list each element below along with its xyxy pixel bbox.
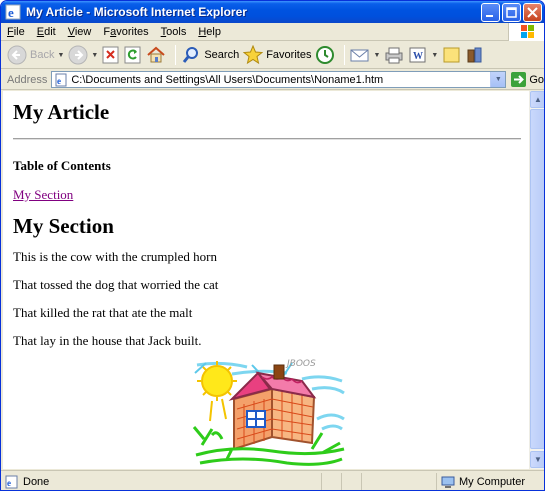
- status-bar: e Done My Computer: [1, 470, 544, 490]
- history-icon: [316, 46, 335, 64]
- word-document-icon: W: [409, 47, 426, 63]
- back-button[interactable]: Back ▼: [7, 44, 64, 67]
- toc-heading: Table of Contents: [13, 158, 111, 173]
- address-value[interactable]: C:\Documents and Settings\All Users\Docu…: [71, 74, 383, 86]
- menu-tools[interactable]: Tools: [155, 26, 193, 38]
- address-bar: Address e C:\Documents and Settings\All …: [1, 70, 544, 90]
- research-button[interactable]: [466, 44, 486, 67]
- section-heading: My Section: [13, 214, 114, 238]
- status-cell: [321, 472, 341, 490]
- standard-toolbar: Back ▼ ▼ Search Favorites ▼ W ▼: [1, 42, 544, 69]
- toc-link-my-section[interactable]: My Section: [13, 187, 73, 203]
- mail-dropdown-icon[interactable]: ▼: [373, 52, 380, 59]
- vertical-scrollbar[interactable]: ▲ ▼: [529, 91, 544, 469]
- status-done-label: Done: [23, 475, 50, 488]
- mail-button[interactable]: ▼: [350, 44, 380, 67]
- status-cell: [361, 472, 381, 490]
- print-button[interactable]: [384, 44, 404, 67]
- svg-text:e: e: [7, 478, 11, 488]
- close-button[interactable]: [523, 2, 542, 22]
- menu-help[interactable]: Help: [192, 26, 227, 38]
- forward-dropdown-icon[interactable]: ▼: [91, 52, 98, 59]
- status-cell: [341, 472, 361, 490]
- svg-text:JBOOS: JBOOS: [285, 359, 316, 369]
- discuss-button[interactable]: [442, 44, 462, 67]
- maximize-button[interactable]: [502, 2, 521, 22]
- mail-icon: [350, 49, 369, 62]
- research-icon: [467, 47, 482, 63]
- scroll-up-button[interactable]: ▲: [530, 91, 544, 108]
- address-label: Address: [7, 73, 48, 86]
- security-zone: My Computer: [436, 472, 544, 490]
- printer-icon: [385, 47, 403, 64]
- favorites-label: Favorites: [266, 49, 312, 61]
- verse-line: That tossed the dog that worried the cat: [13, 277, 219, 292]
- page-content: My Article Table of Contents My Section …: [3, 91, 529, 469]
- menu-bar: File Edit View Favorites Tools Help: [1, 23, 544, 41]
- forward-arrow-icon: [68, 45, 88, 65]
- menu-view[interactable]: View: [62, 26, 98, 38]
- article-heading: My Article: [13, 100, 110, 124]
- refresh-button[interactable]: [124, 44, 142, 67]
- search-button[interactable]: Search: [181, 44, 239, 67]
- verse-line: This is the cow with the crumpled horn: [13, 249, 217, 264]
- search-icon: [183, 47, 199, 63]
- menu-favorites[interactable]: Favorites: [97, 26, 154, 38]
- svg-text:e: e: [8, 5, 14, 20]
- ie-window: e My Article - Microsoft Internet Explor…: [0, 0, 545, 491]
- favorites-button[interactable]: Favorites: [243, 44, 311, 67]
- zone-label: My Computer: [459, 475, 526, 488]
- stop-button[interactable]: [102, 44, 120, 67]
- home-button[interactable]: [146, 44, 166, 67]
- toolbar-separator: [344, 45, 346, 65]
- refresh-icon: [124, 46, 141, 64]
- window-title: My Article - Microsoft Internet Explorer: [26, 5, 247, 19]
- go-button[interactable]: Go: [511, 72, 544, 87]
- stop-icon: [102, 46, 119, 64]
- verse-line: That lay in the house that Jack built.: [13, 333, 202, 348]
- horizontal-rule: [13, 138, 521, 140]
- scroll-thumb[interactable]: [530, 109, 544, 449]
- windows-logo-icon: [508, 23, 544, 41]
- menu-edit[interactable]: Edit: [31, 26, 62, 38]
- home-icon: [147, 46, 166, 63]
- forward-button[interactable]: ▼: [68, 44, 98, 67]
- page-done-icon: e: [5, 475, 18, 488]
- svg-text:e: e: [57, 76, 61, 86]
- address-input[interactable]: e C:\Documents and Settings\All Users\Do…: [51, 71, 507, 88]
- scroll-down-button[interactable]: ▼: [530, 451, 544, 468]
- go-arrow-icon: [511, 72, 527, 87]
- address-dropdown-icon[interactable]: ▼: [490, 72, 506, 87]
- status-text: e Done: [1, 475, 321, 489]
- menu-file[interactable]: File: [1, 26, 31, 38]
- star-icon: [243, 45, 264, 65]
- history-button[interactable]: [315, 44, 335, 67]
- title-bar[interactable]: e My Article - Microsoft Internet Explor…: [1, 1, 544, 23]
- verse-line: That killed the rat that ate the malt: [13, 305, 193, 320]
- back-label: Back: [30, 49, 55, 61]
- edit-word-button[interactable]: W ▼: [408, 44, 438, 67]
- note-icon: [443, 47, 460, 63]
- my-computer-icon: [441, 476, 455, 488]
- ie-icon: e: [5, 4, 21, 20]
- svg-text:W: W: [413, 51, 423, 62]
- minimize-button[interactable]: [481, 2, 500, 22]
- toolbar-separator: [175, 45, 177, 65]
- edit-dropdown-icon[interactable]: ▼: [431, 52, 438, 59]
- go-label: Go: [529, 73, 545, 86]
- back-dropdown-icon[interactable]: ▼: [57, 52, 64, 59]
- page-icon: e: [55, 73, 67, 86]
- house-drawing-image: JBOOS: [192, 359, 346, 469]
- back-arrow-icon: [7, 45, 27, 65]
- search-label: Search: [204, 49, 240, 61]
